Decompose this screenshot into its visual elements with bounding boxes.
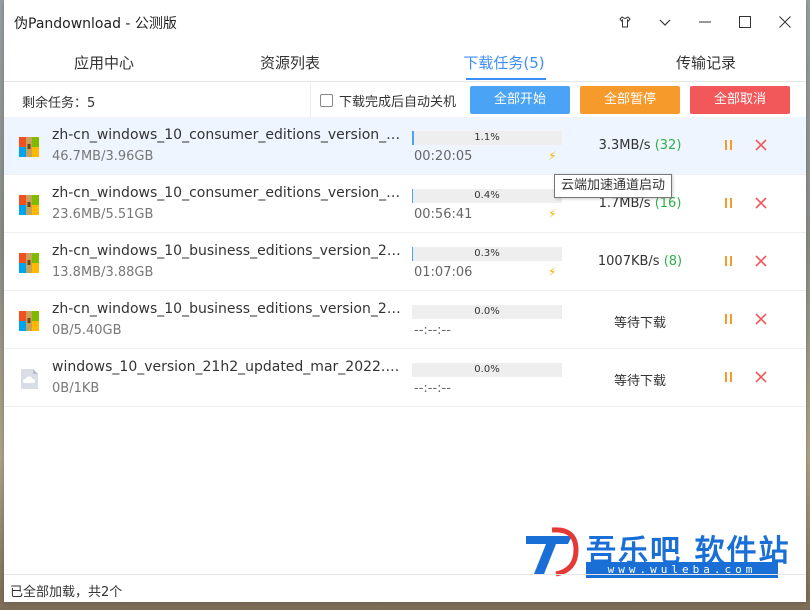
auto-shutdown-checkbox[interactable] [320, 94, 333, 107]
task-file-name: zh-cn_windows_10_business_editions_versi… [52, 243, 402, 259]
task-toolbar: 剩余任务：5 下载完成后自动关机 全部开始 全部暂停 全部取消 [4, 83, 806, 117]
task-row[interactable]: zh-cn_windows_10_business_editions_versi… [4, 233, 806, 291]
pause-icon[interactable] [722, 195, 736, 211]
task-speed: 1.7MB/s (16) [560, 196, 720, 211]
task-file-size: 23.6MB/5.51GB [52, 207, 154, 222]
task-file-size: 0B/5.40GB [52, 323, 122, 338]
pause-icon[interactable] [722, 137, 736, 153]
task-progress-bar: 0.0% [412, 363, 562, 377]
task-status: 等待下载 [613, 316, 666, 331]
task-row[interactable]: windows_10_version_21h2_updated_mar_2022… [4, 349, 806, 407]
lightning-icon[interactable]: ⚡ [548, 149, 556, 163]
task-speed: 等待下载 [560, 370, 720, 389]
zip-icon [18, 194, 40, 216]
task-remaining-time: 00:20:05 [414, 149, 473, 164]
start-all-button[interactable]: 全部开始 [470, 86, 570, 114]
chevron-down-icon[interactable] [648, 8, 682, 36]
cancel-all-button[interactable]: 全部取消 [690, 86, 790, 114]
task-remaining-time: 01:07:06 [414, 265, 473, 280]
pause-icon[interactable] [722, 369, 736, 385]
task-speed-value: 3.3MB/s [598, 138, 651, 153]
window-title: 伪Pandownload - 公测版 [14, 16, 177, 32]
task-progress-bar: 1.1% [412, 131, 562, 145]
pause-icon[interactable] [722, 311, 736, 327]
task-file-size: 13.8MB/3.88GB [52, 265, 154, 280]
status-bar: 已全部加载，共2个 [4, 574, 806, 602]
task-status: 等待下载 [613, 374, 666, 389]
task-connections: (8) [663, 254, 683, 269]
minimize-icon[interactable] [688, 8, 722, 36]
task-file-name: zh-cn_windows_10_consumer_editions_versi… [52, 185, 402, 201]
task-row[interactable]: zh-cn_windows_10_consumer_editions_versi… [4, 175, 806, 233]
task-file-name: zh-cn_windows_10_consumer_editions_versi… [52, 127, 402, 143]
task-speed: 1007KB/s (8) [560, 254, 720, 269]
main-tabs: 应用中心 资源列表 下载任务(5) 传输记录 [4, 44, 806, 82]
watermark-logo-icon [526, 527, 579, 577]
task-file-size: 46.7MB/3.96GB [52, 149, 154, 164]
cloud-file-icon [18, 368, 40, 390]
remaining-tasks: 剩余任务：5 [22, 96, 96, 111]
lightning-icon[interactable]: ⚡ [548, 265, 556, 279]
zip-icon [18, 136, 40, 158]
status-text: 已全部加载，共2个 [10, 585, 123, 600]
active-tab-indicator [466, 78, 546, 80]
task-progress-bar: 0.4% [412, 189, 562, 203]
tab-download-tasks[interactable]: 下载任务(5) [404, 44, 604, 82]
close-icon[interactable] [754, 369, 768, 385]
acceleration-tooltip: 云端加速通道启动 [554, 174, 673, 198]
lightning-icon[interactable]: ⚡ [548, 207, 556, 221]
close-icon[interactable] [754, 253, 768, 269]
tab-resource-list[interactable]: 资源列表 [190, 44, 390, 82]
close-window-icon[interactable] [768, 8, 802, 36]
task-progress-text: 0.0% [474, 306, 500, 317]
task-progress-text: 0.4% [474, 190, 500, 201]
task-speed: 3.3MB/s (32) [560, 138, 720, 153]
task-row[interactable]: zh-cn_windows_10_consumer_editions_versi… [4, 117, 806, 175]
tab-app-center[interactable]: 应用中心 [4, 44, 204, 82]
task-progress-bar: 0.0% [412, 305, 562, 319]
task-remaining-time: --:--:-- [414, 381, 451, 396]
task-remaining-time: --:--:-- [414, 323, 451, 338]
app-window: 伪Pandownload - 公测版 应用中心 资源列表 下载任务(5) 传输记… [4, 0, 806, 602]
task-speed: 等待下载 [560, 312, 720, 331]
task-progress-text: 0.0% [474, 364, 500, 375]
title-bar: 伪Pandownload - 公测版 [4, 0, 806, 44]
zip-icon [18, 252, 40, 274]
pause-icon[interactable] [722, 253, 736, 269]
pause-all-button[interactable]: 全部暂停 [580, 86, 680, 114]
task-file-size: 0B/1KB [52, 381, 100, 396]
tab-transfer-records[interactable]: 传输记录 [606, 44, 806, 82]
task-speed-value: 1007KB/s [597, 254, 660, 269]
task-progress-bar: 0.3% [412, 247, 562, 261]
toolbar-divider [310, 83, 311, 117]
maximize-icon[interactable] [728, 8, 762, 36]
task-progress-text: 0.3% [474, 248, 500, 259]
task-file-name: windows_10_version_21h2_updated_mar_2022… [52, 359, 402, 375]
task-progress-text: 1.1% [474, 132, 500, 143]
close-icon[interactable] [754, 311, 768, 327]
auto-shutdown-option[interactable]: 下载完成后自动关机 [320, 91, 456, 110]
skin-icon[interactable] [608, 8, 642, 36]
task-speed-value: 1.7MB/s [598, 196, 651, 211]
task-file-name: zh-cn_windows_10_business_editions_versi… [52, 301, 402, 317]
close-icon[interactable] [754, 137, 768, 153]
download-task-list: zh-cn_windows_10_consumer_editions_versi… [4, 117, 806, 407]
task-remaining-time: 00:56:41 [414, 207, 473, 222]
zip-icon [18, 310, 40, 332]
task-row[interactable]: zh-cn_windows_10_business_editions_versi… [4, 291, 806, 349]
task-connections: (16) [654, 196, 682, 211]
task-connections: (32) [654, 138, 682, 153]
close-icon[interactable] [754, 195, 768, 211]
auto-shutdown-label: 下载完成后自动关机 [339, 95, 457, 110]
